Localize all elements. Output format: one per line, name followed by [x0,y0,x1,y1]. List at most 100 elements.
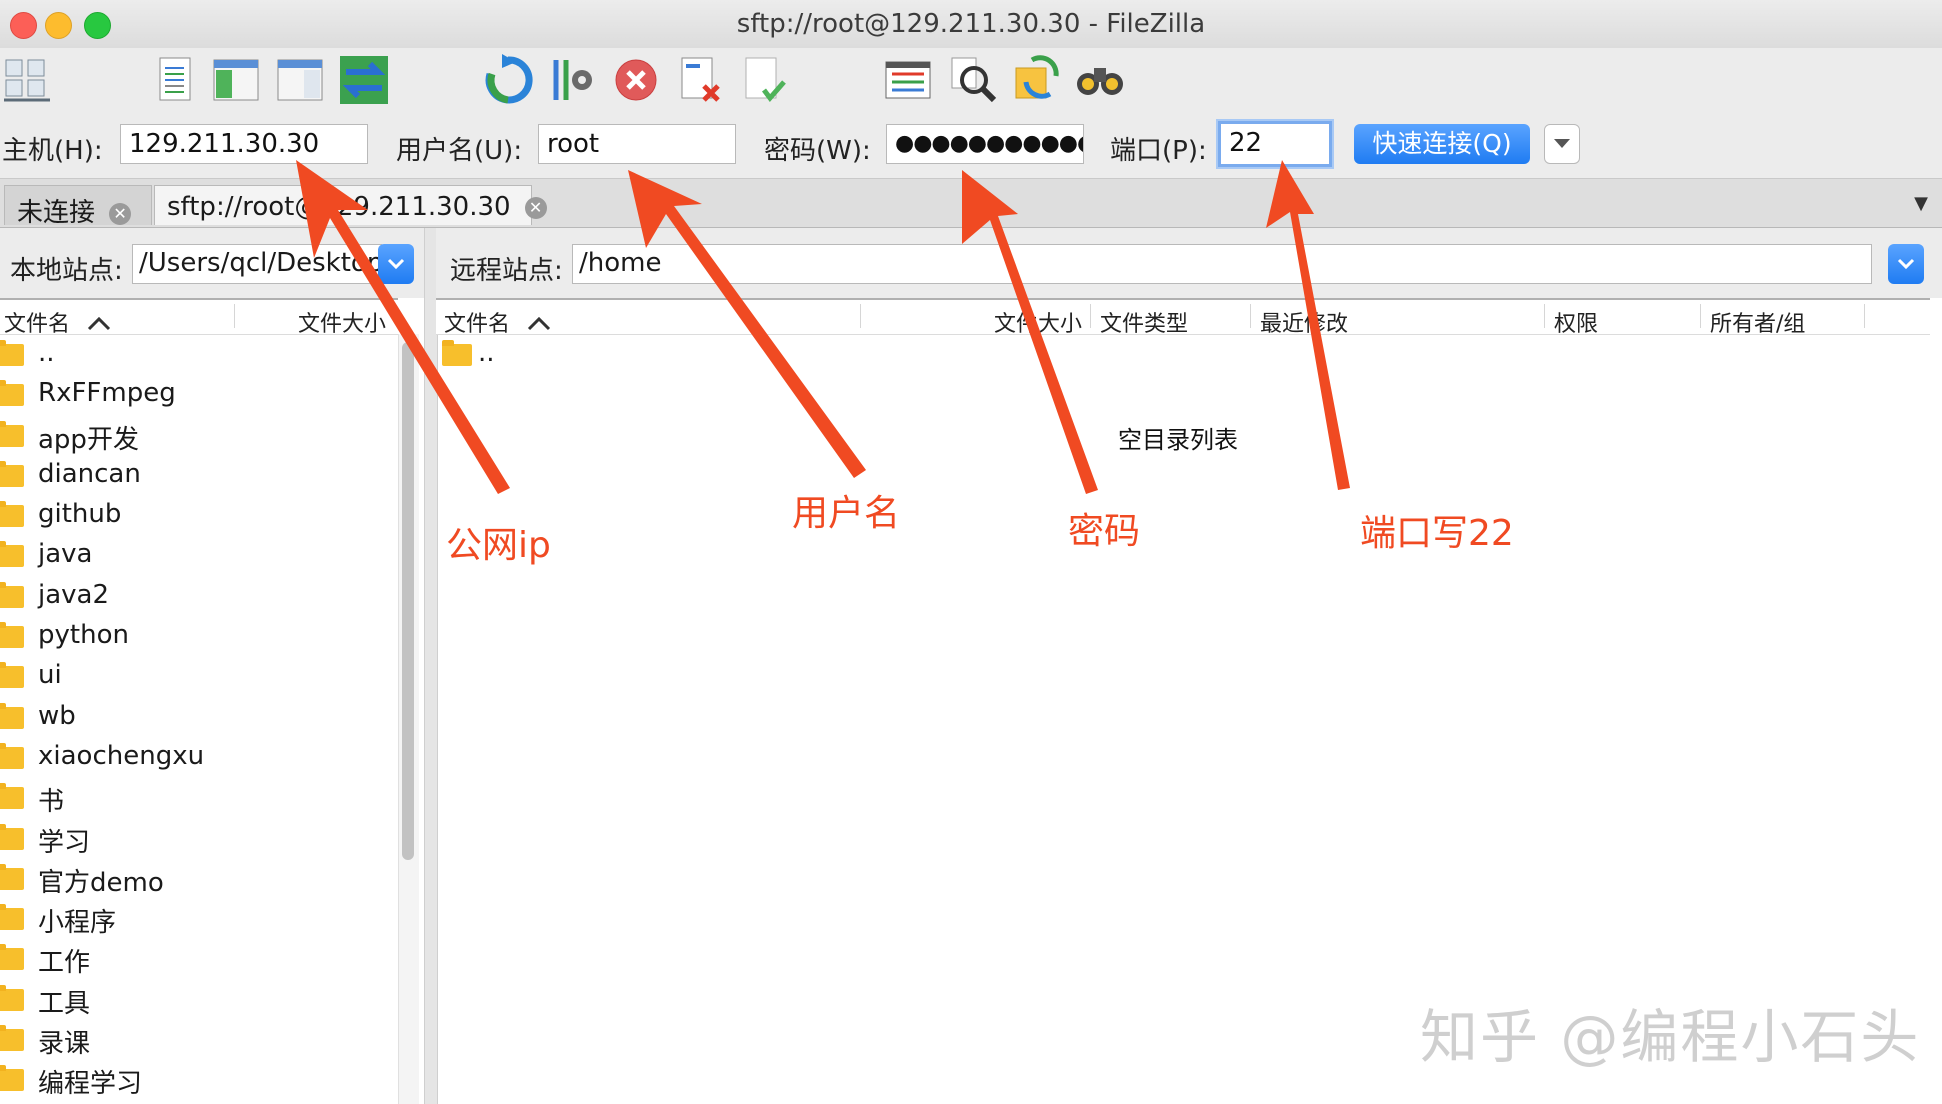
folder-icon [0,944,24,971]
remote-path-dropdown[interactable] [1888,244,1924,284]
tab-sftp-session[interactable]: sftp://root@129.211.30.30 ✕ [154,185,547,225]
list-item[interactable]: 书 [0,777,398,817]
directory-listing-filters-icon[interactable] [880,52,936,108]
column-filesize[interactable]: 文件大小 [994,306,1082,338]
annotation-password: 密码 [1068,511,1141,552]
column-permissions[interactable]: 权限 [1554,306,1598,338]
annotation-username: 用户名 [792,493,901,534]
directory-comparison-icon[interactable] [1008,52,1064,108]
host-input[interactable]: 129.211.30.30 [120,124,368,164]
file-name: python [38,620,129,651]
folder-icon [0,863,24,890]
column-last-modified[interactable]: 最近修改 [1260,306,1348,338]
list-item[interactable]: wb [0,697,398,737]
folder-icon [0,581,24,608]
close-tab-icon[interactable]: ✕ [109,202,132,225]
watermark: 知乎 @编程小石头 [1420,1003,1921,1071]
remote-tree-icon[interactable] [272,52,328,108]
toggle-filename-filters-icon[interactable] [944,52,1000,108]
file-name: 编程学习 [38,1069,143,1100]
list-item[interactable]: app开发 [0,415,398,455]
list-item[interactable]: .. [0,334,398,374]
list-item[interactable]: xiaochengxu [0,737,398,777]
folder-icon [0,460,24,487]
message-log-icon[interactable] [148,52,204,108]
local-path-dropdown[interactable] [378,244,414,284]
column-owner-group[interactable]: 所有者/组 [1710,306,1805,338]
list-item[interactable]: 工具 [0,979,398,1019]
tab-label: 未连接 [17,198,96,228]
list-item[interactable]: 官方demo [0,858,398,898]
list-item[interactable]: RxFFmpeg [0,374,398,414]
tab-label: sftp://root@129.211.30.30 [167,192,511,222]
disconnect-icon[interactable] [672,52,728,108]
tab-bar: 未连接 ✕ sftp://root@129.211.30.30 ✕ ▼ [0,178,1942,228]
cancel-icon[interactable] [608,52,664,108]
file-name: 小程序 [38,908,117,939]
process-queue-icon[interactable] [544,52,600,108]
refresh-icon[interactable] [480,52,536,108]
tab-list-menu-icon[interactable]: ▼ [1914,193,1928,214]
file-name: 官方demo [38,867,164,898]
file-name: 学习 [38,827,91,858]
username-input[interactable]: root [538,124,736,164]
quickconnect-history-dropdown[interactable] [1544,124,1580,164]
file-name: diancan [38,458,141,489]
pane-divider[interactable] [424,228,438,1104]
window-title: sftp://root@129.211.30.30 - FileZilla [736,9,1206,39]
port-input[interactable]: 22 [1218,121,1332,167]
local-site-header: 本地站点: /Users/qcl/Desktop [0,228,424,298]
list-item[interactable]: 编程学习 [0,1059,398,1099]
folder-icon [0,702,24,729]
annotation-port: 端口写22 [1360,513,1514,554]
list-item[interactable]: java [0,535,398,575]
list-item[interactable]: diancan [0,455,398,495]
local-scrollbar-thumb[interactable] [402,342,414,860]
quickconnect-bar: 主机(H): 129.211.30.30 用户名(U): root 密码(W):… [0,116,1942,178]
remote-site-label: 远程站点: [450,256,563,286]
folder-icon [0,984,24,1011]
file-name: xiaochengxu [38,740,205,771]
list-item[interactable]: python [0,616,398,656]
search-icon[interactable] [1072,52,1128,108]
folder-icon [0,541,24,568]
list-item[interactable]: .. [442,334,742,374]
local-column-header: 文件名 文件大小 [0,298,398,337]
tab-not-connected[interactable]: 未连接 ✕ [4,185,152,228]
port-label: 端口(P): [1110,136,1207,166]
local-path-input[interactable]: /Users/qcl/Desktop [132,244,382,284]
list-item[interactable]: github [0,495,398,535]
empty-directory-message: 空目录列表 [1118,426,1238,454]
list-item[interactable]: 工作 [0,938,398,978]
list-item[interactable]: 小程序 [0,898,398,938]
sort-ascending-icon [87,316,111,331]
local-file-list: .. RxFFmpeg app开发 diancan github java java2 pyt… [0,334,398,1100]
transfer-queue-icon[interactable] [336,52,392,108]
remote-path-input[interactable]: /home [572,244,1872,284]
file-name: java [38,539,93,570]
list-item[interactable]: ui [0,656,398,696]
list-item[interactable]: 录课 [0,1019,398,1059]
reconnect-icon[interactable] [736,52,792,108]
password-input[interactable]: ●●●●●●●●●●● [886,124,1084,164]
host-label: 主机(H): [2,136,103,166]
file-name: app开发 [38,424,139,455]
folder-icon [442,340,472,366]
column-filetype[interactable]: 文件类型 [1100,306,1188,338]
file-name: RxFFmpeg [38,378,176,409]
file-name: 录课 [38,1029,91,1060]
chevron-down-icon [1554,139,1570,148]
local-tree-icon[interactable] [208,52,264,108]
list-item[interactable]: java2 [0,576,398,616]
folder-icon [0,662,24,689]
chevron-down-icon [1897,258,1915,270]
quickconnect-button[interactable]: 快速连接(Q) [1354,124,1530,164]
file-name: 工具 [38,988,91,1019]
folder-icon [0,1065,24,1092]
file-name: ui [38,660,62,691]
user-label: 用户名(U): [396,136,523,166]
list-item[interactable]: 学习 [0,818,398,858]
file-name: github [38,499,122,530]
close-tab-icon[interactable]: ✕ [524,196,547,219]
site-manager-icon[interactable] [0,52,56,108]
